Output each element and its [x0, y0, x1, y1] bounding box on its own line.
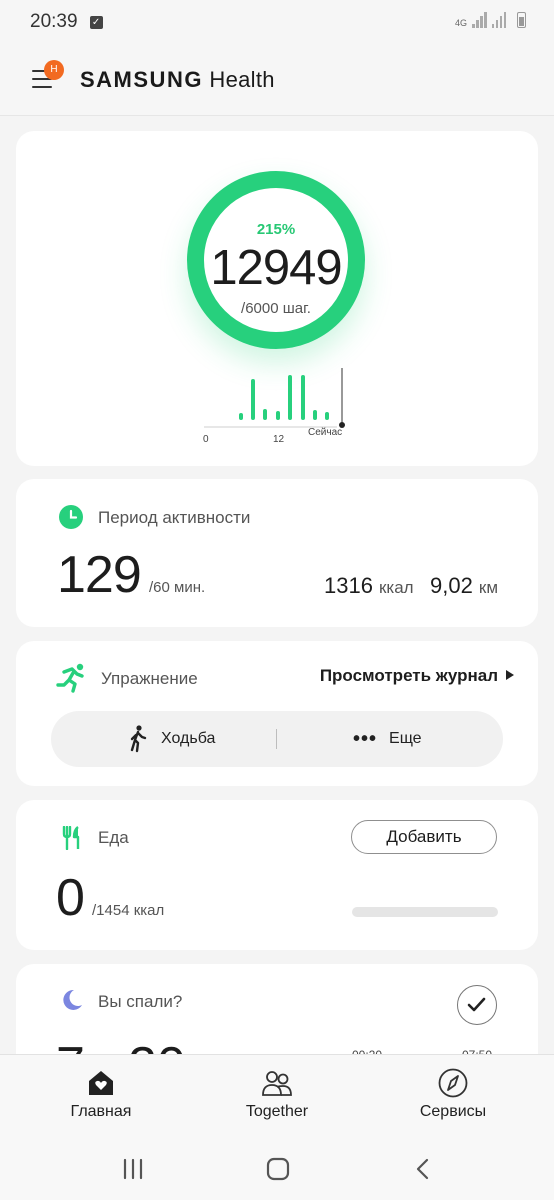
- bottom-nav: Главная Together Сервисы: [0, 1054, 554, 1138]
- recent-apps-icon[interactable]: [120, 1156, 146, 1182]
- exercise-label: Упражнение: [101, 669, 198, 688]
- running-icon: [56, 663, 84, 693]
- notification-check-icon: ✓: [89, 15, 103, 29]
- exercise-divider: [276, 729, 277, 749]
- signal-icon: [472, 12, 487, 28]
- steps-count: 12949: [210, 241, 342, 295]
- exercise-more-label: Еще: [389, 730, 422, 747]
- food-label: Еда: [98, 828, 129, 847]
- clock-icon: [59, 505, 83, 529]
- kcal-unit: ккал: [378, 578, 414, 597]
- confirm-sleep-button[interactable]: [457, 985, 497, 1025]
- people-icon: [262, 1071, 292, 1096]
- walking-icon: [130, 725, 147, 753]
- home-heart-icon: [89, 1071, 113, 1095]
- moon-icon: [63, 989, 82, 1010]
- activity-card[interactable]: Период активности 129 /60 мин. 1316 ккал …: [16, 479, 538, 627]
- battery-icon: [517, 12, 526, 28]
- checkmark-icon: [467, 997, 486, 1012]
- app-title: SAMSUNG Health: [80, 67, 275, 93]
- nav-home[interactable]: Главная: [58, 1055, 144, 1139]
- status-bar: 20:39 ✓ 4G: [0, 0, 554, 44]
- view-journal-link[interactable]: Просмотреть журнал: [320, 666, 514, 686]
- food-progress-bar: [352, 907, 498, 917]
- status-icons: 4G: [455, 12, 526, 28]
- exercise-card[interactable]: Упражнение Просмотреть журнал Ходьба •••…: [16, 641, 538, 786]
- compass-icon: [438, 1068, 468, 1098]
- product-name: Health: [209, 67, 275, 92]
- nav-together-label: Together: [245, 1103, 309, 1120]
- back-icon[interactable]: [410, 1156, 436, 1182]
- food-kcal-goal: /1454 ккал: [92, 902, 165, 919]
- exercise-walking-button[interactable]: Ходьба: [129, 711, 215, 767]
- distance-value: 9,02: [430, 573, 473, 598]
- home-icon[interactable]: [265, 1156, 291, 1182]
- steps-card[interactable]: 215% 12949 /6000 шаг. 0 12 Сейчас: [16, 131, 538, 466]
- more-dots-icon: •••: [353, 728, 378, 750]
- kcal-value: 1316: [324, 573, 373, 598]
- nav-together[interactable]: Together: [231, 1055, 323, 1139]
- nav-services-label: Сервисы: [419, 1103, 487, 1120]
- chart-x-start: 0: [203, 434, 209, 445]
- activity-minutes: 129: [57, 546, 142, 604]
- play-arrow-icon: [506, 670, 514, 680]
- chart-now-label: Сейчас: [308, 427, 343, 438]
- system-nav-bar: [0, 1138, 554, 1200]
- brand-name: SAMSUNG: [80, 67, 203, 92]
- steps-goal: /6000 шаг.: [241, 300, 311, 317]
- distance-unit: км: [478, 578, 498, 597]
- app-header: H SAMSUNG Health: [0, 44, 554, 116]
- steps-percent: 215%: [256, 221, 296, 238]
- fork-knife-icon: [62, 826, 80, 850]
- status-time: 20:39: [30, 11, 78, 32]
- food-kcal-value: 0: [56, 869, 85, 927]
- chart-x-mid: 12: [273, 434, 285, 445]
- sleep-label: Вы спали?: [98, 992, 183, 1011]
- steps-progress-ring: 215% 12949 /6000 шаг.: [187, 171, 365, 349]
- activity-label: Период активности: [98, 508, 251, 527]
- nav-home-label: Главная: [70, 1103, 132, 1120]
- activity-stats: 1316 ккал 9,02 км: [324, 573, 498, 599]
- exercise-more-button[interactable]: ••• Еще: [353, 711, 422, 767]
- notification-badge: H: [44, 60, 64, 80]
- network-type-label: 4G: [454, 18, 467, 28]
- exercise-quick-start: Ходьба ••• Еще: [51, 711, 503, 767]
- add-food-button[interactable]: Добавить: [351, 820, 497, 854]
- food-card[interactable]: Еда Добавить 0 /1454 ккал: [16, 800, 538, 950]
- signal-icon-2: [491, 12, 506, 28]
- activity-goal: /60 мин.: [149, 579, 206, 596]
- exercise-walking-label: Ходьба: [161, 730, 216, 747]
- nav-services[interactable]: Сервисы: [403, 1055, 503, 1139]
- view-journal-label: Просмотреть журнал: [319, 666, 498, 685]
